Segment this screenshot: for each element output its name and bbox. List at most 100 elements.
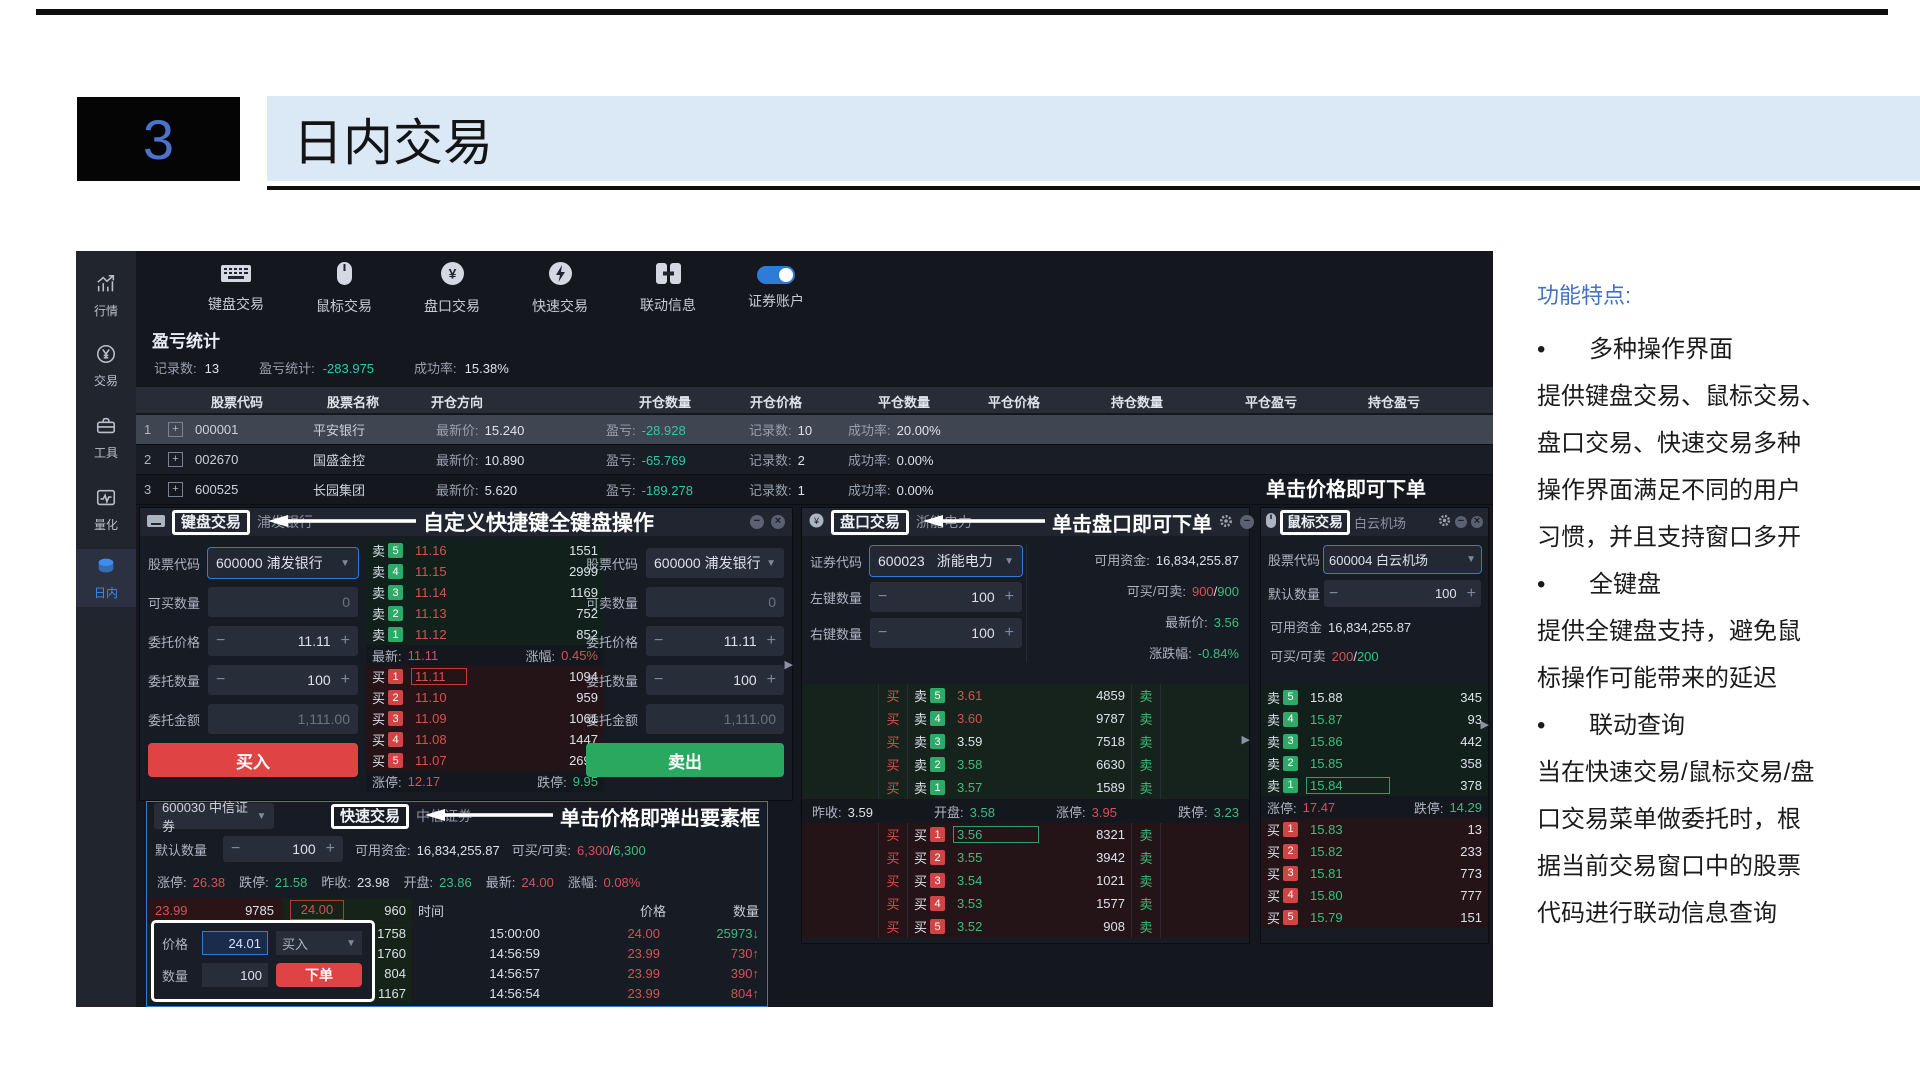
order-qty-stepper[interactable]: −100+ [208,665,358,695]
ask-price[interactable]: 15.84 [1306,777,1390,794]
popup-side-select[interactable]: 买入▼ [276,931,362,955]
bid-row[interactable]: 买 买 1 3.56 8321 卖 [802,823,1249,846]
toolbar-account[interactable]: 证券账户 [722,266,830,311]
order-price-stepper[interactable]: −11.11+ [208,626,358,656]
quick-sell-cell[interactable]: 卖 [1132,825,1160,844]
tape-price[interactable]: 23.99 [540,986,660,1001]
bid-row[interactable]: 买 3 15.81 773 [1261,862,1488,884]
ask-price[interactable]: 11.12 [411,626,467,643]
ask-price-box[interactable]: 24.00 [290,900,345,920]
sidebar-item-market[interactable]: 行情 [76,267,136,325]
toolbar-orderbook-trade[interactable]: ¥ 盘口交易 [398,261,506,316]
quick-buy-cell[interactable]: 买 [879,894,907,913]
sidebar-item-tools[interactable]: 工具 [76,409,136,467]
ask-row[interactable]: 买 卖 2 3.58 6630 卖 [802,753,1249,776]
ask-row[interactable]: 卖 5 11.16 1551 [366,540,604,561]
ask-price[interactable]: 15.88 [1306,689,1390,706]
bid-price[interactable]: 11.07 [411,752,467,769]
quick-sell-cell[interactable]: 卖 [1132,686,1160,705]
minus-icon[interactable]: − [216,632,225,650]
ask-row[interactable]: 卖 5 15.88 345 [1261,686,1488,708]
bid-row[interactable]: 买 5 15.79 151 [1261,906,1488,928]
quick-sell-cell[interactable]: 卖 [1132,709,1160,728]
minimize-icon[interactable]: − [1240,515,1254,529]
bid-row[interactable]: 买 5 11.07 2694 [366,750,604,771]
bid-price[interactable]: 3.55 [953,849,1039,866]
bid-price[interactable]: 3.54 [953,872,1039,889]
minus-icon[interactable]: − [878,624,887,642]
bid-row[interactable]: 买 买 3 3.54 1021 卖 [802,869,1249,892]
stock-code-select[interactable]: 600030 中信证券▼ [154,803,274,829]
bid-price[interactable]: 11.09 [411,710,467,727]
ask-row[interactable]: 买 卖 3 3.59 7518 卖 [802,730,1249,753]
stock-code-select[interactable]: 600000 浦发银行▼ [646,548,784,578]
panel-expand-arrow-icon[interactable]: ▶ [1481,718,1489,731]
ask-price[interactable]: 3.58 [953,756,1039,773]
ask-price[interactable]: 3.60 [953,710,1039,727]
bid-price[interactable]: 11.11 [411,668,467,685]
toolbar-mouse-trade[interactable]: 鼠标交易 [290,261,398,316]
order-price-stepper[interactable]: −11.11+ [646,626,784,656]
ask-price[interactable]: 11.16 [411,542,467,559]
plus-icon[interactable]: + [767,632,776,650]
ask-row[interactable]: 买 卖 4 3.60 9787 卖 [802,707,1249,730]
minus-icon[interactable]: − [654,671,663,689]
place-order-button[interactable]: 下单 [276,963,362,987]
sidebar-item-intraday[interactable]: 日内 [76,549,136,607]
bid-price[interactable]: 15.82 [1306,843,1390,860]
close-icon[interactable]: × [1471,516,1483,528]
ask-price[interactable]: 15.86 [1306,733,1390,750]
toolbar-keyboard-trade[interactable]: 键盘交易 [182,262,290,314]
plus-icon[interactable]: + [1467,585,1476,603]
bid-price[interactable]: 11.10 [411,689,467,706]
left-click-qty-stepper[interactable]: −100+ [870,582,1022,612]
bid-row[interactable]: 买 1 11.11 1094 [366,666,604,687]
table-row[interactable]: 1 + 000001 平安银行 最新价:15.240 盈亏:-28.928 记录… [136,415,1493,445]
bid-row[interactable]: 买 买 4 3.53 1577 卖 [802,892,1249,915]
quick-sell-cell[interactable]: 卖 [1132,755,1160,774]
panel-expand-arrow-icon[interactable]: ▶ [1242,733,1250,746]
popup-qty-input[interactable]: 100 [202,963,268,987]
sidebar-item-quant[interactable]: 量化 [76,481,136,539]
bid-price[interactable]: 11.08 [411,731,467,748]
default-qty-stepper[interactable]: −100+ [1324,580,1481,607]
minus-icon[interactable]: − [231,840,240,858]
quick-sell-cell[interactable]: 卖 [1132,871,1160,890]
buyable-qty-field[interactable]: 0 [208,587,358,617]
bid-row[interactable]: 买 1 15.83 13 [1261,818,1488,840]
stock-code-select[interactable]: 600004 白云机场▼ [1324,546,1481,573]
bid-price[interactable]: 15.83 [1306,821,1390,838]
ask-row[interactable]: 卖 4 15.87 93 [1261,708,1488,730]
quick-sell-cell[interactable]: 卖 [1132,778,1160,797]
bid-price[interactable]: 3.56 [953,826,1039,843]
expand-icon[interactable]: + [168,452,183,467]
plus-icon[interactable]: + [1005,588,1014,606]
account-toggle[interactable] [757,266,795,284]
stock-code-select[interactable]: 600000 浦发银行▼ [208,548,358,578]
ask-row[interactable]: 买 卖 1 3.57 1589 卖 [802,776,1249,799]
plus-icon[interactable]: + [341,671,350,689]
bid-price[interactable]: 15.81 [1306,865,1390,882]
order-qty-stepper[interactable]: −100+ [646,665,784,695]
ask-row[interactable]: 卖 1 11.12 852 [366,624,604,645]
minus-icon[interactable]: − [216,671,225,689]
default-qty-stepper[interactable]: −100+ [223,836,343,862]
ask-price[interactable]: 3.57 [953,779,1039,796]
ask-row[interactable]: 买 卖 5 3.61 4859 卖 [802,684,1249,707]
bid-row[interactable]: 买 2 15.82 233 [1261,840,1488,862]
minus-icon[interactable]: − [1329,585,1338,603]
plus-icon[interactable]: + [341,632,350,650]
bid-price[interactable]: 3.53 [953,895,1039,912]
bid-row[interactable]: 买 买 2 3.55 3942 卖 [802,846,1249,869]
ask-price[interactable]: 15.87 [1306,711,1390,728]
ask-price[interactable]: 11.13 [411,605,467,622]
ask-row[interactable]: 卖 3 15.86 442 [1261,730,1488,752]
buy-button[interactable]: 买入 [148,743,358,777]
ask-price[interactable]: 3.59 [953,733,1039,750]
order-amount-field[interactable]: 1,111.00 [646,704,784,734]
bid-price[interactable]: 15.80 [1306,887,1390,904]
tape-price[interactable]: 24.00 [540,926,660,941]
quick-buy-cell[interactable]: 买 [879,871,907,890]
order-amount-field[interactable]: 1,111.00 [208,704,358,734]
popup-price-input[interactable]: 24.01 [202,931,268,955]
